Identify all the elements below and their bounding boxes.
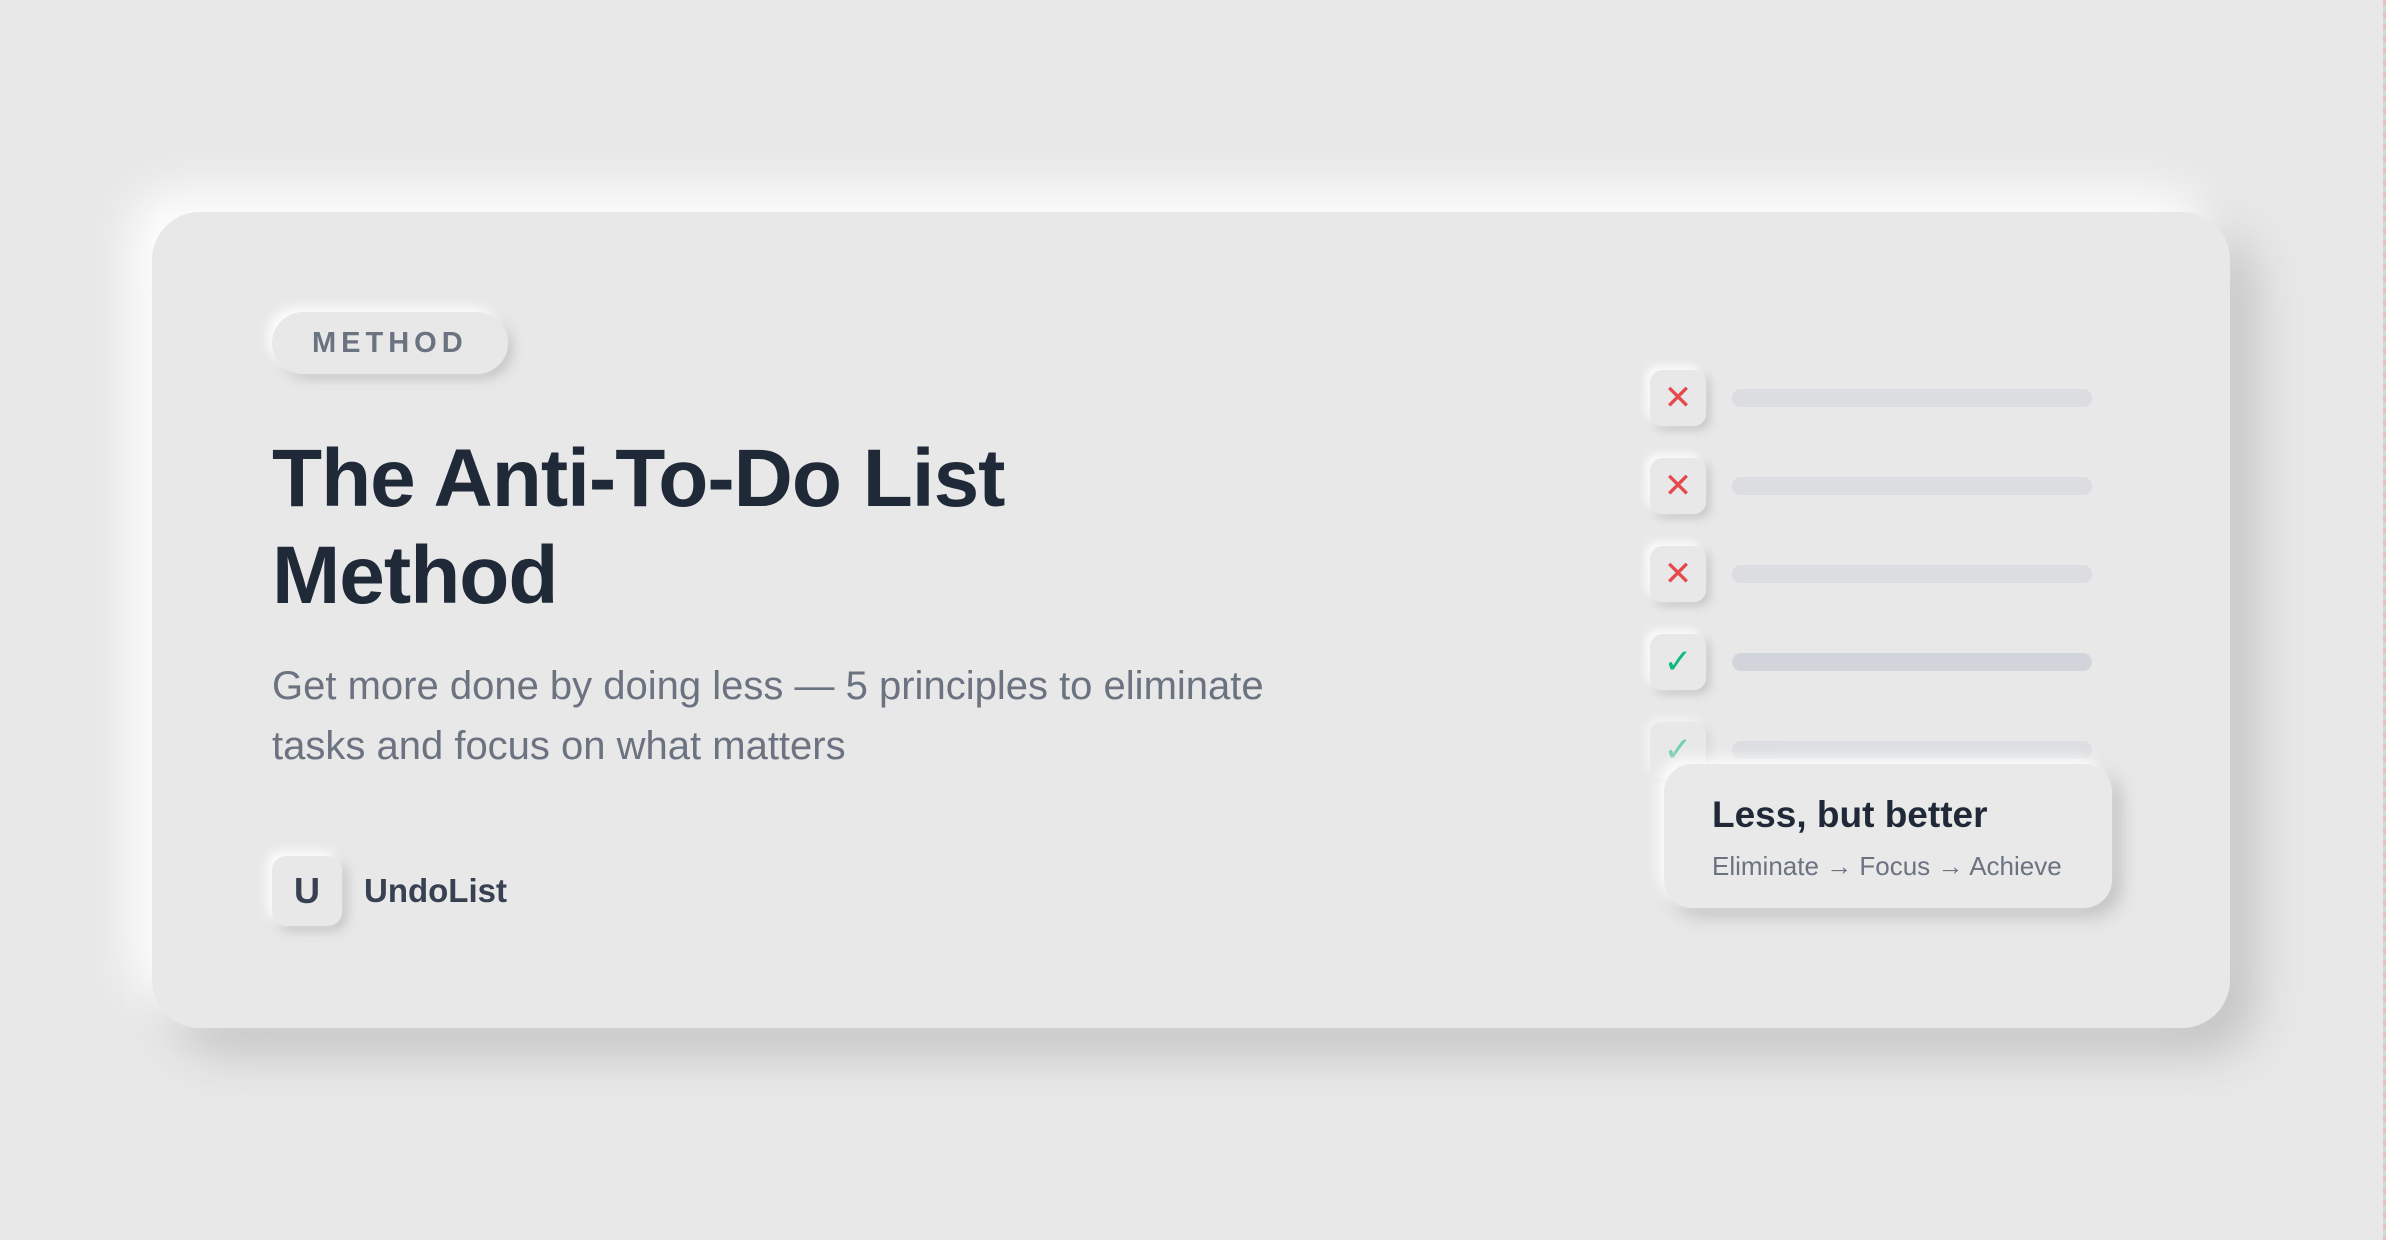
x-icon: ✕ bbox=[1650, 370, 1706, 426]
task-placeholder-bar bbox=[1732, 565, 2092, 583]
callout-card: Less, but better Eliminate → Focus → Ach… bbox=[1664, 764, 2112, 908]
check-icon: ✓ bbox=[1650, 634, 1706, 690]
page-title: The Anti-To-Do List Method bbox=[272, 433, 1006, 621]
brand[interactable]: U UndoList bbox=[272, 856, 507, 926]
checklist-item: ✓ bbox=[1650, 634, 2094, 690]
callout-subtitle: Eliminate → Focus → Achieve bbox=[1712, 851, 2062, 881]
x-icon: ✕ bbox=[1650, 546, 1706, 602]
page-subtitle: Get more done by doing less — 5 principl… bbox=[272, 664, 1264, 768]
x-icon: ✕ bbox=[1650, 458, 1706, 514]
brand-logo: U bbox=[272, 856, 342, 926]
checklist-item: ✕ bbox=[1650, 370, 2094, 426]
brand-name: UndoList bbox=[364, 872, 507, 909]
checklist-item: ✕ bbox=[1650, 458, 2094, 514]
checklist-illustration: ✕ ✕ ✕ ✓ ✓ bbox=[1650, 370, 2094, 820]
method-badge: METHOD bbox=[272, 312, 508, 374]
task-placeholder-bar bbox=[1732, 477, 2092, 495]
task-placeholder-bar bbox=[1732, 389, 2092, 407]
hero-card: METHOD The Anti-To-Do List Method Get mo… bbox=[152, 212, 2230, 1028]
checklist-item: ✕ bbox=[1650, 546, 2094, 602]
callout-title: Less, but better bbox=[1712, 794, 1988, 835]
task-placeholder-bar bbox=[1732, 653, 2092, 671]
task-placeholder-bar bbox=[1732, 741, 2092, 759]
